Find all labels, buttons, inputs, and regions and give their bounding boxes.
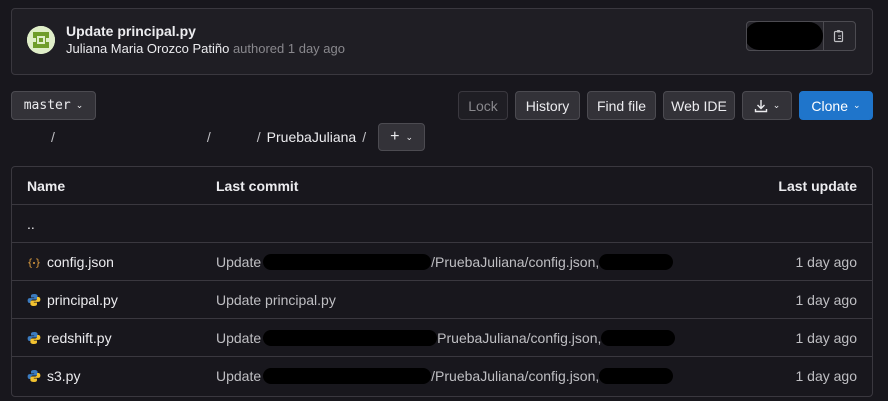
redacted-text xyxy=(263,329,438,346)
commit-sha-box xyxy=(746,21,856,51)
lock-button[interactable]: Lock xyxy=(458,91,508,120)
python-file-icon xyxy=(27,331,41,345)
commit-sha-redacted xyxy=(747,22,823,50)
commit-time: authored 1 day ago xyxy=(232,41,345,56)
file-tree-table: Name Last commit Last update .. {} confi… xyxy=(11,166,873,397)
copy-sha-button[interactable] xyxy=(823,22,855,50)
redacted-text xyxy=(599,253,674,270)
breadcrumb: / / / PruebaJuliana / + ⌄ xyxy=(11,122,426,152)
svg-text:}: } xyxy=(35,258,41,269)
history-button[interactable]: History xyxy=(515,91,580,120)
copy-icon xyxy=(833,30,844,43)
branch-dropdown[interactable]: master ⌄ xyxy=(11,91,96,120)
redacted-text xyxy=(599,368,674,384)
breadcrumb-separator: / xyxy=(51,129,55,145)
file-last-update: 1 day ago xyxy=(795,368,858,384)
commit-author[interactable]: Juliana Maria Orozco Patiño xyxy=(66,41,229,56)
chevron-down-icon: ⌄ xyxy=(853,100,861,110)
table-row: principal.py Update principal.py 1 day a… xyxy=(12,281,872,319)
web-ide-button[interactable]: Web IDE xyxy=(663,91,735,120)
plus-icon: + xyxy=(390,128,400,145)
clone-label: Clone xyxy=(811,97,849,114)
file-last-update: 1 day ago xyxy=(795,329,858,346)
chevron-down-icon: ⌄ xyxy=(75,100,84,110)
breadcrumb-separator: / xyxy=(256,129,261,145)
download-dropdown[interactable]: ⌄ xyxy=(742,91,792,120)
breadcrumb-separator: / xyxy=(206,129,211,145)
branch-name: master xyxy=(23,98,71,113)
file-last-commit[interactable]: Update /PruebaJuliana/config.json, xyxy=(216,368,674,384)
table-row-parent-directory[interactable]: .. xyxy=(12,205,872,243)
parent-directory-link[interactable]: .. xyxy=(27,216,35,232)
breadcrumb-current[interactable]: PruebaJuliana xyxy=(267,129,357,145)
clone-dropdown[interactable]: Clone ⌄ xyxy=(799,91,873,120)
file-name[interactable]: config.json xyxy=(47,254,114,270)
file-name[interactable]: s3.py xyxy=(47,368,80,384)
file-last-update: 1 day ago xyxy=(795,291,858,308)
find-file-button[interactable]: Find file xyxy=(587,91,656,120)
chevron-down-icon: ⌄ xyxy=(405,131,414,142)
commit-title[interactable]: Update principal.py xyxy=(66,23,196,39)
file-last-commit[interactable]: Update principal.py xyxy=(216,292,336,308)
add-to-tree-dropdown[interactable]: + ⌄ xyxy=(378,123,426,151)
breadcrumb-separator: / xyxy=(362,129,367,145)
python-file-icon xyxy=(27,293,41,307)
svg-text:{: { xyxy=(27,258,33,269)
file-name[interactable]: redshift.py xyxy=(47,330,112,346)
redacted-text xyxy=(263,368,432,384)
breadcrumb-root-redacted[interactable] xyxy=(11,130,45,144)
last-commit-panel: Update principal.py Juliana Maria Orozco… xyxy=(11,8,873,75)
chevron-down-icon: ⌄ xyxy=(772,100,781,110)
table-row: s3.py Update /PruebaJuliana/config.json,… xyxy=(12,357,872,395)
file-last-update: 1 day ago xyxy=(795,253,858,270)
table-header: Name Last commit Last update xyxy=(12,167,872,205)
file-last-commit[interactable]: Update PruebaJuliana/config.json, xyxy=(216,329,676,346)
download-icon xyxy=(754,99,767,112)
python-file-icon xyxy=(27,369,41,383)
json-file-icon: {} xyxy=(27,255,41,269)
avatar[interactable] xyxy=(27,26,55,54)
breadcrumb-path-redacted[interactable] xyxy=(216,130,251,144)
redacted-text xyxy=(601,329,676,346)
breadcrumb-path-redacted[interactable] xyxy=(60,130,201,144)
column-header-last-update: Last update xyxy=(778,177,857,194)
table-row: redshift.py Update PruebaJuliana/config.… xyxy=(12,319,872,357)
table-row: {} config.json Update /PruebaJuliana/con… xyxy=(12,243,872,281)
column-header-name: Name xyxy=(27,177,66,194)
file-name[interactable]: principal.py xyxy=(47,292,118,308)
column-header-last-commit: Last commit xyxy=(216,177,299,194)
commit-meta: Juliana Maria Orozco Patiño authored 1 d… xyxy=(66,41,345,56)
file-last-commit[interactable]: Update /PruebaJuliana/config.json, xyxy=(216,253,674,270)
redacted-text xyxy=(263,253,432,270)
